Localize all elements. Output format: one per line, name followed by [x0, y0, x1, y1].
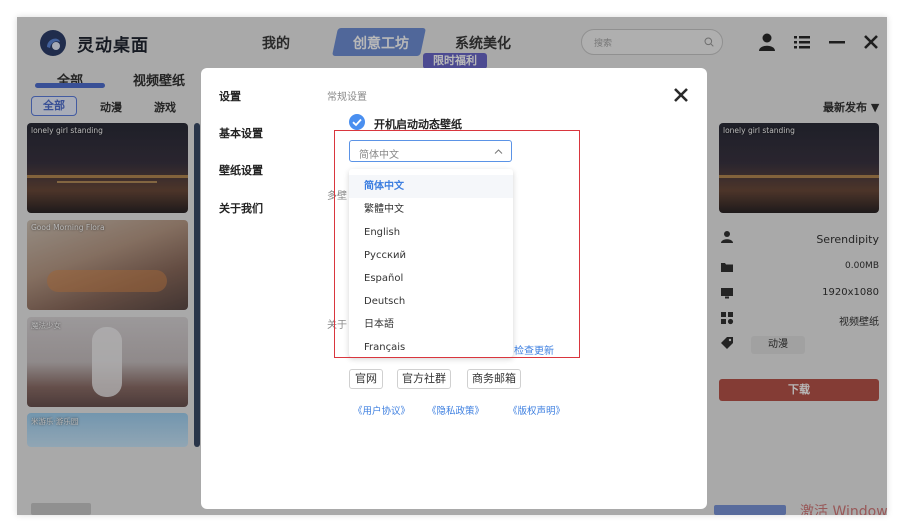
copyright-link[interactable]: 《版权声明》	[508, 403, 565, 417]
website-button[interactable]: 官网	[349, 369, 383, 389]
privacy-policy-link[interactable]: 《隐私政策》	[427, 403, 484, 417]
section-general-title: 常规设置	[327, 92, 367, 103]
sidebar-item-about[interactable]: 关于我们	[219, 200, 263, 216]
checkmark-icon	[352, 118, 362, 127]
business-email-button[interactable]: 商务邮箱	[467, 369, 521, 389]
sidebar-item-wallpaper[interactable]: 壁纸设置	[219, 162, 263, 178]
community-button[interactable]: 官方社群	[397, 369, 451, 389]
settings-title: 设置	[219, 90, 241, 103]
close-icon[interactable]	[671, 85, 691, 105]
highlight-box	[334, 130, 580, 358]
autostart-checkbox[interactable]	[349, 114, 365, 130]
user-agreement-link[interactable]: 《用户协议》	[353, 403, 410, 417]
sidebar-item-basic[interactable]: 基本设置	[219, 125, 263, 141]
